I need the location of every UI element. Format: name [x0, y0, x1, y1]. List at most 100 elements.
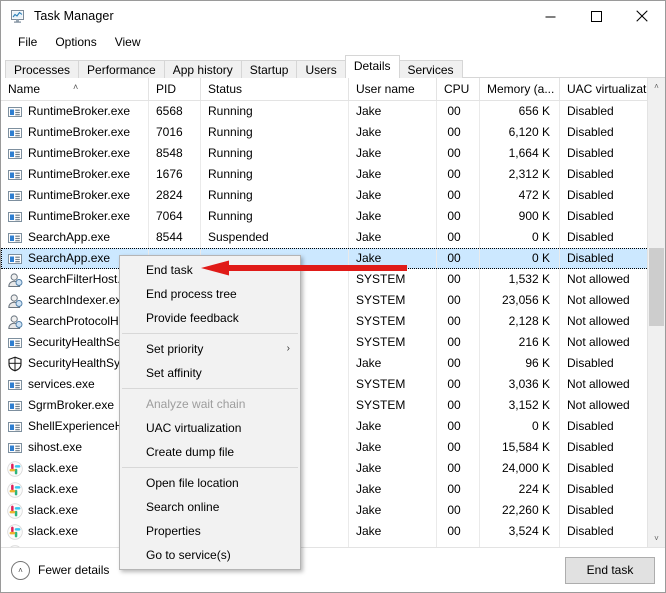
context-menu-item-label: Analyze wait chain [146, 397, 245, 411]
column-header-memory[interactable]: Memory (a... [480, 78, 560, 100]
table-row[interactable]: SearchIndexer.exSYSTEM0023,056 KNot allo… [1, 290, 665, 311]
submenu-chevron-icon: › [287, 337, 290, 361]
process-name-label: SgrmBroker.exe [28, 395, 114, 416]
context-menu-item-go-to-service-s[interactable]: Go to service(s) [120, 543, 300, 567]
cell-pid: 7016 [149, 122, 201, 143]
table-row[interactable]: sihost.exeJake0015,584 KDisabled [1, 437, 665, 458]
table-row[interactable]: RuntimeBroker.exe7016RunningJake006,120 … [1, 122, 665, 143]
context-menu-item-set-priority[interactable]: Set priority› [120, 337, 300, 361]
menu-item-file[interactable]: File [9, 33, 46, 51]
tab-processes[interactable]: Processes [5, 60, 79, 78]
cell-name: RuntimeBroker.exe [1, 164, 149, 185]
context-menu-item-properties[interactable]: Properties [120, 519, 300, 543]
table-row[interactable]: ShellExperienceHJake000 KDisabled [1, 416, 665, 437]
context-menu-item-search-online[interactable]: Search online [120, 495, 300, 519]
table-row[interactable]: SearchProtocolHSYSTEM002,128 KNot allowe… [1, 311, 665, 332]
column-header-cpu[interactable]: CPU [437, 78, 480, 100]
context-menu-item-set-affinity[interactable]: Set affinity [120, 361, 300, 385]
cell-status: Running [201, 206, 349, 227]
table-row[interactable]: SecurityHealthSyJake0096 KDisabled [1, 353, 665, 374]
cell-mem: 2,128 K [480, 311, 560, 332]
close-button[interactable] [619, 1, 665, 31]
context-menu-item-end-task[interactable]: End task [120, 258, 300, 282]
cell-cpu: 00 [437, 416, 480, 437]
menu-item-options[interactable]: Options [46, 33, 105, 51]
table-row[interactable]: RuntimeBroker.exe1676RunningJake002,312 … [1, 164, 665, 185]
column-header-uac-virtualization[interactable]: UAC virtualizat... [560, 78, 656, 100]
context-menu-item-label: UAC virtualization [146, 421, 241, 435]
tab-performance[interactable]: Performance [78, 60, 165, 78]
cell-user: Jake [349, 185, 437, 206]
chevron-up-icon: ˄ [11, 561, 30, 580]
table-row[interactable]: RuntimeBroker.exe8548RunningJake001,664 … [1, 143, 665, 164]
table-row[interactable]: RuntimeBroker.exe2824RunningJake00472 KD… [1, 185, 665, 206]
minimize-button[interactable] [527, 1, 573, 31]
cell-user: SYSTEM [349, 395, 437, 416]
context-menu-item-label: Open file location [146, 476, 239, 490]
task-manager-window: Task Manager File Options View Processes… [0, 0, 666, 593]
context-menu-item-open-file-location[interactable]: Open file location [120, 471, 300, 495]
cell-uac: Disabled [560, 227, 656, 248]
cell-pid: 1676 [149, 164, 201, 185]
process-name-label: RuntimeBroker.exe [28, 164, 130, 185]
context-menu-item-provide-feedback[interactable]: Provide feedback [120, 306, 300, 330]
table-row[interactable]: RuntimeBroker.exe7064RunningJake00900 KD… [1, 206, 665, 227]
cell-uac: Not allowed [560, 374, 656, 395]
context-menu-item-end-process-tree[interactable]: End process tree [120, 282, 300, 306]
fewer-details-button[interactable]: ˄ Fewer details [11, 561, 109, 580]
cell-cpu: 00 [437, 143, 480, 164]
scroll-down-icon[interactable]: ˅ [648, 530, 665, 547]
scrollbar-thumb[interactable] [649, 248, 664, 326]
column-header-pid[interactable]: PID [149, 78, 201, 100]
footer-bar: ˄ Fewer details End task [1, 548, 665, 592]
table-row[interactable]: SearchFilterHost.SYSTEM001,532 KNot allo… [1, 269, 665, 290]
table-row[interactable]: slack.exeJake0024,000 KDisabled [1, 458, 665, 479]
cell-user: Jake [349, 227, 437, 248]
cell-name: RuntimeBroker.exe [1, 143, 149, 164]
cell-user: Jake [349, 353, 437, 374]
cell-uac: Not allowed [560, 269, 656, 290]
cell-cpu: 00 [437, 206, 480, 227]
vertical-scrollbar[interactable]: ˄ ˅ [647, 78, 665, 547]
tab-app-history[interactable]: App history [164, 60, 242, 78]
cell-name: RuntimeBroker.exe [1, 206, 149, 227]
cell-user: SYSTEM [349, 290, 437, 311]
table-row[interactable]: slack.exeJake003,524 KDisabled [1, 521, 665, 542]
table-row[interactable]: services.exeSYSTEM003,036 KNot allowed [1, 374, 665, 395]
process-name-label: RuntimeBroker.exe [28, 206, 130, 227]
cell-mem: 472 K [480, 185, 560, 206]
column-header-status[interactable]: Status [201, 78, 349, 100]
cell-mem: 0 K [480, 227, 560, 248]
tab-services[interactable]: Services [399, 60, 463, 78]
cell-user: Jake [349, 500, 437, 521]
context-menu-item-label: Set affinity [146, 366, 202, 380]
tab-users[interactable]: Users [296, 60, 345, 78]
cell-status: Running [201, 185, 349, 206]
tab-details[interactable]: Details [345, 55, 400, 78]
table-row[interactable]: RuntimeBroker.exe6568RunningJake00656 KD… [1, 101, 665, 122]
table-row[interactable]: SearchApp.exe8544SuspendedJake000 KDisab… [1, 227, 665, 248]
tab-startup[interactable]: Startup [241, 60, 298, 78]
end-task-button[interactable]: End task [565, 557, 655, 584]
exe-icon [7, 230, 23, 246]
cell-pid: 8544 [149, 227, 201, 248]
table-row[interactable]: SearchApp.exeJake000 KDisabled [1, 248, 665, 269]
scroll-up-icon[interactable]: ˄ [648, 78, 665, 95]
menu-item-view[interactable]: View [106, 33, 150, 51]
table-row[interactable]: SgrmBroker.exeSYSTEM003,152 KNot allowed [1, 395, 665, 416]
table-row[interactable]: SecurityHealthSeSYSTEM00216 KNot allowed [1, 332, 665, 353]
cell-cpu: 00 [437, 332, 480, 353]
context-menu-item-create-dump-file[interactable]: Create dump file [120, 440, 300, 464]
context-menu-item-uac-virtualization[interactable]: UAC virtualization [120, 416, 300, 440]
cell-cpu: 00 [437, 164, 480, 185]
maximize-button[interactable] [573, 1, 619, 31]
table-row[interactable]: slack.exeJake00224 KDisabled [1, 479, 665, 500]
cell-uac: Not allowed [560, 311, 656, 332]
column-header-user-name[interactable]: User name [349, 78, 437, 100]
table-row[interactable]: slack.exeJake0022,260 KDisabled [1, 500, 665, 521]
cell-user: SYSTEM [349, 269, 437, 290]
process-name-label: slack.exe [28, 479, 78, 500]
exe-icon [7, 440, 23, 456]
column-header-name[interactable]: Name ˄ [1, 78, 149, 100]
process-name-label: SearchApp.exe [28, 227, 110, 248]
